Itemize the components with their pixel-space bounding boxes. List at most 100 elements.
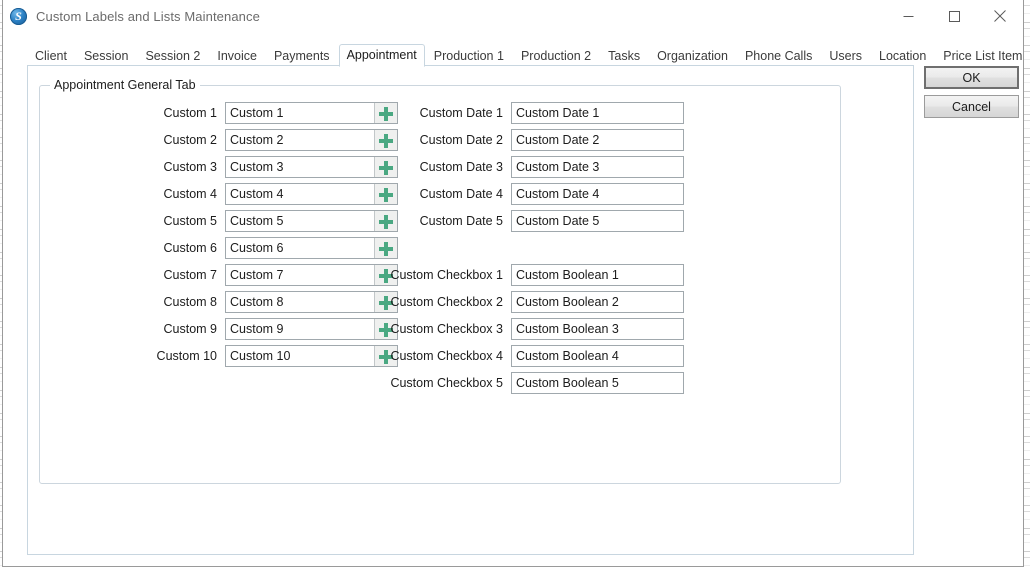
value-custom-4: Custom 4 [230,187,284,201]
column-spacer [375,237,684,264]
input-custom-date-2[interactable]: Custom Date 2 [511,129,684,151]
title-bar: Custom Labels and Lists Maintenance [3,0,1023,32]
cancel-button[interactable]: Cancel [924,95,1019,118]
input-custom-8[interactable]: Custom 8 [225,291,398,313]
label-custom-8: Custom 8 [163,295,218,309]
value-custom-1: Custom 1 [230,106,284,120]
input-custom-checkbox-4[interactable]: Custom Boolean 4 [511,345,684,367]
app-logo-icon [10,7,27,25]
minimize-icon[interactable] [885,0,931,32]
dialog-window: Custom Labels and Lists Maintenance [2,0,1024,567]
field-row-custom-checkbox-1: Custom Checkbox 1 Custom Boolean 1 [375,264,684,286]
dialog-button-group: OK Cancel [924,66,1019,124]
field-row-custom-date-5: Custom Date 5 Custom Date 5 [375,210,684,232]
field-row-custom-5: Custom 5 Custom 5 [40,210,398,232]
field-row-custom-date-1: Custom Date 1 Custom Date 1 [375,102,684,124]
label-custom-10: Custom 10 [156,349,217,363]
input-custom-5[interactable]: Custom 5 [225,210,398,232]
label-custom-checkbox-2: Custom Checkbox 2 [390,295,503,309]
maximize-icon[interactable] [931,0,977,32]
label-custom-1: Custom 1 [163,106,218,120]
value-custom-8: Custom 8 [230,295,284,309]
value-custom-checkbox-1: Custom Boolean 1 [516,268,619,282]
input-custom-date-5[interactable]: Custom Date 5 [511,210,684,232]
value-custom-date-5: Custom Date 5 [516,214,600,228]
field-row-custom-6: Custom 6 Custom 6 [40,237,398,259]
label-custom-9: Custom 9 [163,322,218,336]
tab-users[interactable]: Users [821,45,870,67]
field-row-custom-checkbox-5: Custom Checkbox 5 Custom Boolean 5 [375,372,684,394]
field-row-custom-checkbox-2: Custom Checkbox 2 Custom Boolean 2 [375,291,684,313]
label-custom-6: Custom 6 [163,241,218,255]
field-row-custom-date-3: Custom Date 3 Custom Date 3 [375,156,684,178]
tab-tasks[interactable]: Tasks [600,45,648,67]
label-custom-checkbox-3: Custom Checkbox 3 [390,322,503,336]
value-custom-checkbox-2: Custom Boolean 2 [516,295,619,309]
value-custom-10: Custom 10 [230,349,291,363]
input-custom-3[interactable]: Custom 3 [225,156,398,178]
tab-phone-calls[interactable]: Phone Calls [737,45,820,67]
tab-payments[interactable]: Payments [266,45,338,67]
label-custom-3: Custom 3 [163,160,218,174]
desktop-background-right [1024,0,1030,568]
label-custom-checkbox-5: Custom Checkbox 5 [390,376,503,390]
field-row-custom-checkbox-4: Custom Checkbox 4 Custom Boolean 4 [375,345,684,367]
tab-production-2[interactable]: Production 2 [513,45,599,67]
label-custom-checkbox-4: Custom Checkbox 4 [390,349,503,363]
input-custom-6[interactable]: Custom 6 [225,237,398,259]
input-custom-1[interactable]: Custom 1 [225,102,398,124]
label-custom-2: Custom 2 [163,133,218,147]
label-custom-7: Custom 7 [163,268,218,282]
label-custom-date-1: Custom Date 1 [419,106,503,120]
value-custom-date-1: Custom Date 1 [516,106,600,120]
field-row-custom-10: Custom 10 Custom 10 [40,345,398,367]
tab-session-2[interactable]: Session 2 [137,45,208,67]
tab-session[interactable]: Session [76,45,136,67]
label-custom-checkbox-1: Custom Checkbox 1 [390,268,503,282]
tab-page-appointment: Appointment General Tab Custom 1 Custom … [27,65,914,555]
value-custom-date-3: Custom Date 3 [516,160,600,174]
label-custom-date-2: Custom Date 2 [419,133,503,147]
field-row-custom-4: Custom 4 Custom 4 [40,183,398,205]
input-custom-2[interactable]: Custom 2 [225,129,398,151]
ok-button[interactable]: OK [924,66,1019,89]
field-row-custom-9: Custom 9 Custom 9 [40,318,398,340]
field-row-custom-8: Custom 8 Custom 8 [40,291,398,313]
custom-fields-column: Custom 1 Custom 1 Custom 2 Custom 2 Cust… [40,102,398,372]
field-row-custom-date-2: Custom Date 2 Custom Date 2 [375,129,684,151]
input-custom-date-4[interactable]: Custom Date 4 [511,183,684,205]
value-custom-checkbox-3: Custom Boolean 3 [516,322,619,336]
appointment-general-tab-group: Appointment General Tab Custom 1 Custom … [39,78,841,484]
tab-client[interactable]: Client [27,45,75,67]
tab-location[interactable]: Location [871,45,934,67]
field-row-custom-3: Custom 3 Custom 3 [40,156,398,178]
input-custom-checkbox-3[interactable]: Custom Boolean 3 [511,318,684,340]
tab-appointment[interactable]: Appointment [338,44,425,67]
value-custom-6: Custom 6 [230,241,284,255]
input-custom-checkbox-5[interactable]: Custom Boolean 5 [511,372,684,394]
input-custom-checkbox-1[interactable]: Custom Boolean 1 [511,264,684,286]
input-custom-4[interactable]: Custom 4 [225,183,398,205]
input-custom-date-1[interactable]: Custom Date 1 [511,102,684,124]
value-custom-date-2: Custom Date 2 [516,133,600,147]
label-custom-date-5: Custom Date 5 [419,214,503,228]
input-custom-7[interactable]: Custom 7 [225,264,398,286]
window-title: Custom Labels and Lists Maintenance [36,8,260,24]
tab-production-1[interactable]: Production 1 [426,45,512,67]
close-icon[interactable] [977,0,1023,32]
tab-price-list-item[interactable]: Price List Item [935,45,1030,67]
label-custom-date-4: Custom Date 4 [419,187,503,201]
tab-organization[interactable]: Organization [649,45,736,67]
input-custom-9[interactable]: Custom 9 [225,318,398,340]
custom-dates-and-checkboxes-column: Custom Date 1 Custom Date 1 Custom Date … [375,102,684,399]
label-custom-date-3: Custom Date 3 [419,160,503,174]
input-custom-date-3[interactable]: Custom Date 3 [511,156,684,178]
window-controls [885,0,1023,32]
label-custom-4: Custom 4 [163,187,218,201]
value-custom-9: Custom 9 [230,322,284,336]
input-custom-checkbox-2[interactable]: Custom Boolean 2 [511,291,684,313]
group-title: Appointment General Tab [50,78,200,92]
tab-invoice[interactable]: Invoice [209,45,265,67]
input-custom-10[interactable]: Custom 10 [225,345,398,367]
value-custom-checkbox-4: Custom Boolean 4 [516,349,619,363]
